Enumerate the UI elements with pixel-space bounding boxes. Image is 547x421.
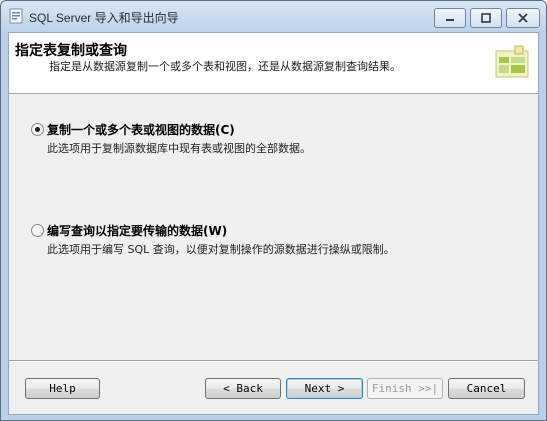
option-copy-tables-label[interactable]: 复制一个或多个表或视图的数据(C) [47,121,235,138]
cancel-button[interactable]: Cancel [448,378,525,399]
help-button[interactable]: Help [25,378,100,399]
wizard-client-area: 指定表复制或查询 指定是从数据源复制一个或多个表和视图，还是从数据源复制查询结果… [8,32,539,415]
maximize-button[interactable] [470,8,502,28]
window-title: SQL Server 导入和导出向导 [29,11,179,25]
option-write-query-description: 此选项用于编写 SQL 查询，以便对复制操作的源数据进行操纵或限制。 [47,243,395,256]
maximize-icon [481,13,491,23]
minimize-button[interactable] [434,8,466,28]
wizard-header: 指定表复制或查询 指定是从数据源复制一个或多个表和视图，还是从数据源复制查询结果… [9,33,538,94]
page-title: 指定表复制或查询 [15,43,127,59]
minimize-icon [446,19,454,21]
footer-separator [9,360,538,362]
option-write-query[interactable]: 编写查询以指定要传输的数据(W) 此选项用于编写 SQL 查询，以便对复制操作的… [31,222,511,258]
app-icon [9,8,23,24]
option-copy-tables[interactable]: 复制一个或多个表或视图的数据(C) 此选项用于复制源数据库中现有表或视图的全部数… [31,121,511,157]
radio-write-query[interactable] [31,224,44,237]
close-button[interactable] [506,8,540,28]
title-bar[interactable]: SQL Server 导入和导出向导 [1,1,546,31]
caption-buttons [434,8,540,28]
option-copy-tables-description: 此选项用于复制源数据库中现有表或视图的全部数据。 [47,142,311,155]
option-write-query-label[interactable]: 编写查询以指定要传输的数据(W) [47,222,227,239]
next-button[interactable]: Next > [286,378,363,399]
finish-button[interactable]: Finish >>| [367,378,443,399]
wizard-window: SQL Server 导入和导出向导 指定表复制或查询 指定是从数据源复制一个或… [0,0,547,421]
wizard-table-icon [495,45,529,78]
close-icon [518,13,528,23]
back-button[interactable]: < Back [205,378,281,399]
page-description: 指定是从数据源复制一个或多个表和视图，还是从数据源复制查询结果。 [49,60,401,73]
radio-copy-tables[interactable] [31,123,44,136]
